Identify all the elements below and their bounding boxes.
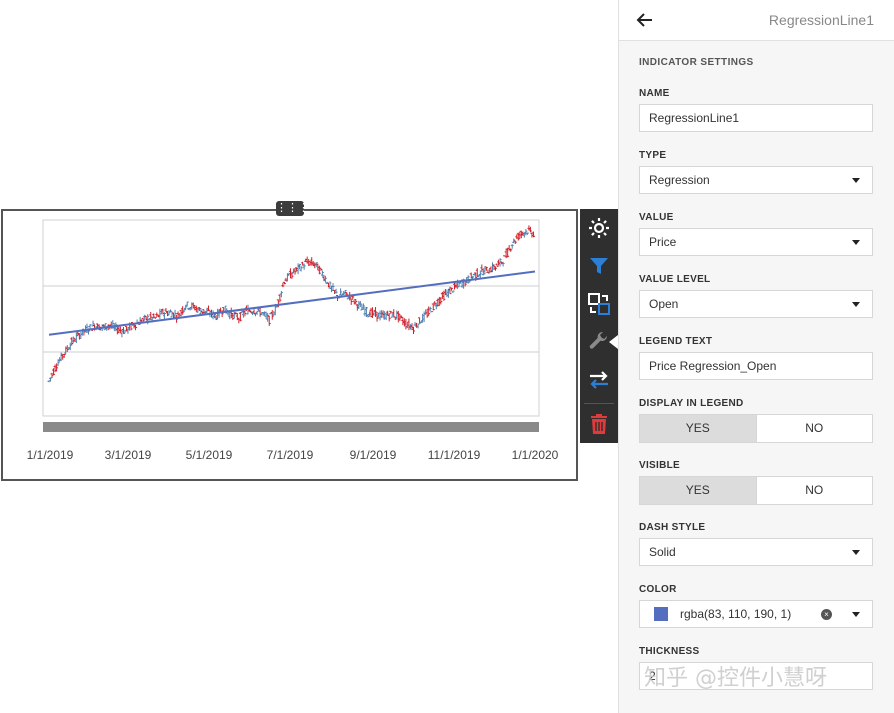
toolbar-active-pointer [609,335,618,349]
dash-style-value: Solid [649,545,676,559]
filter-icon[interactable] [580,247,618,285]
thickness-label: THICKNESS [639,646,700,657]
type-select[interactable]: Regression [639,166,873,194]
chart-drag-handle[interactable]: ⋮⋮⋮ [276,201,309,216]
gear-icon[interactable] [580,209,618,247]
chart-toolbar [580,209,618,443]
legend-text-value: Price Regression_Open [649,359,777,373]
value-level-label: VALUE LEVEL [639,274,711,285]
visible-no-button[interactable]: NO [757,477,873,504]
panel-header: RegressionLine1 [619,0,894,41]
x-tick-label: 5/1/2019 [186,448,233,462]
trash-icon[interactable] [580,405,618,443]
value-level-value: Open [649,297,679,311]
color-select[interactable]: rgba(83, 110, 190, 1) × [639,600,873,628]
display-in-legend-label: DISPLAY IN LEGEND [639,398,744,409]
chevron-down-icon [852,550,860,555]
x-tick-label: 9/1/2019 [350,448,397,462]
back-arrow-icon[interactable] [635,10,655,30]
convert-icon[interactable] [580,285,618,323]
x-tick-label: 11/1/2019 [428,448,481,462]
x-tick-label: 7/1/2019 [267,448,314,462]
section-title: INDICATOR SETTINGS [639,57,754,68]
display-in-legend-toggle: YES NO [639,414,873,443]
x-tick-label: 1/1/2019 [27,448,74,462]
x-tick-label: 3/1/2019 [105,448,152,462]
chevron-down-icon [852,302,860,307]
watermark: 知乎 @控件小慧呀 [644,666,827,691]
type-label: TYPE [639,150,667,161]
range-scrollbar[interactable] [43,422,539,432]
legend-text-label: LEGEND TEXT [639,336,713,347]
swap-icon[interactable] [580,361,618,399]
visible-yes-button[interactable]: YES [640,477,756,504]
x-tick-label: 1/1/2020 [512,448,559,462]
visible-label: VISIBLE [639,460,680,471]
chevron-down-icon [852,612,860,617]
chevron-down-icon [852,178,860,183]
color-swatch [654,607,668,621]
display-in-legend-no-button[interactable]: NO [757,415,873,442]
display-in-legend-yes-button[interactable]: YES [640,415,756,442]
value-label: VALUE [639,212,674,223]
legend-text-input[interactable]: Price Regression_Open [639,352,873,380]
chart-widget[interactable]: 1/1/2019 3/1/2019 5/1/2019 7/1/2019 9/1/2019… [1,209,578,481]
color-value: rgba(83, 110, 190, 1) [680,607,792,621]
plot-area [42,219,540,417]
value-select[interactable]: Price [639,228,873,256]
clear-icon[interactable]: × [821,609,832,620]
chevron-down-icon [852,240,860,245]
value-value: Price [649,235,677,249]
toolbar-divider [584,403,614,404]
type-value: Regression [649,173,710,187]
name-input[interactable]: RegressionLine1 [639,104,873,132]
color-label: COLOR [639,584,677,595]
dash-style-label: DASH STYLE [639,522,706,533]
dash-style-select[interactable]: Solid [639,538,873,566]
name-value: RegressionLine1 [649,111,740,125]
visible-toggle: YES NO [639,476,873,505]
indicator-settings-panel: RegressionLine1 INDICATOR SETTINGS NAME … [618,0,894,713]
name-label: NAME [639,88,670,99]
stock-chart: 1/1/2019 3/1/2019 5/1/2019 7/1/2019 9/1/2019… [27,219,559,462]
panel-title: RegressionLine1 [768,12,874,28]
value-level-select[interactable]: Open [639,290,873,318]
